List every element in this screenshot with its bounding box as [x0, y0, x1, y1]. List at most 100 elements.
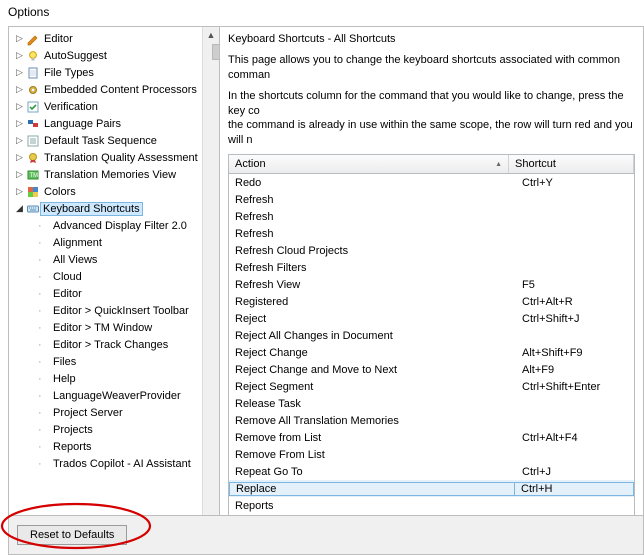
- cell-action[interactable]: Reject All Changes in Document: [229, 330, 515, 342]
- table-row[interactable]: Reject SegmentCtrl+Shift+Enter: [229, 378, 634, 395]
- tree-bullet-icon: ·: [38, 220, 52, 232]
- cell-action[interactable]: Remove From List: [229, 449, 515, 461]
- tree-item[interactable]: ▷TMTranslation Memories View: [12, 166, 202, 183]
- table-row[interactable]: RedoCtrl+Y: [229, 174, 634, 191]
- tree-item[interactable]: ▷Embedded Content Processors: [12, 81, 202, 98]
- cell-action[interactable]: Refresh Filters: [229, 262, 515, 274]
- tree-item[interactable]: ▷Translation Quality Assessment: [12, 149, 202, 166]
- tree-subitem[interactable]: ·Files: [12, 353, 202, 370]
- tree-subitem[interactable]: ·Projects: [12, 421, 202, 438]
- tree-item[interactable]: ▷Default Task Sequence: [12, 132, 202, 149]
- cell-action[interactable]: Replace: [229, 482, 514, 496]
- cell-shortcut[interactable]: F5: [515, 279, 634, 291]
- cell-shortcut[interactable]: Ctrl+Y: [515, 177, 634, 189]
- cell-action[interactable]: Reject Change: [229, 347, 515, 359]
- cell-action[interactable]: Refresh: [229, 211, 515, 223]
- table-row[interactable]: Refresh: [229, 208, 634, 225]
- collapse-icon[interactable]: ◢: [14, 204, 25, 213]
- expand-icon[interactable]: ▷: [14, 51, 25, 60]
- cell-shortcut[interactable]: Alt+Shift+F9: [515, 347, 634, 359]
- expand-icon[interactable]: ▷: [14, 170, 25, 179]
- tree-subitem[interactable]: ·Help: [12, 370, 202, 387]
- table-row[interactable]: Reject Change and Move to NextAlt+F9: [229, 361, 634, 378]
- col-header-action[interactable]: Action ▲: [229, 155, 509, 173]
- expand-icon[interactable]: ▷: [14, 119, 25, 128]
- cell-shortcut[interactable]: Ctrl+Shift+J: [515, 313, 634, 325]
- tree-item[interactable]: ▷Colors: [12, 183, 202, 200]
- cell-action[interactable]: Refresh Cloud Projects: [229, 245, 515, 257]
- table-row[interactable]: Remove All Translation Memories: [229, 412, 634, 429]
- tree-subitem[interactable]: ·Editor > TM Window: [12, 319, 202, 336]
- scroll-thumb[interactable]: [212, 44, 219, 60]
- cell-action[interactable]: Refresh View: [229, 279, 515, 291]
- col-header-shortcut[interactable]: Shortcut: [509, 155, 634, 173]
- tree-item[interactable]: ▷Language Pairs: [12, 115, 202, 132]
- table-row[interactable]: Refresh ViewF5: [229, 276, 634, 293]
- tree-subitem[interactable]: ·Editor > Track Changes: [12, 336, 202, 353]
- tree-item[interactable]: ▷File Types: [12, 64, 202, 81]
- tree-subitem[interactable]: ·Editor > QuickInsert Toolbar: [12, 302, 202, 319]
- expand-icon[interactable]: ▷: [14, 34, 25, 43]
- table-row[interactable]: Release Task: [229, 395, 634, 412]
- tree-item[interactable]: ▷ AutoSuggest: [12, 47, 202, 64]
- tree-subitem[interactable]: ·All Views: [12, 251, 202, 268]
- tree-item[interactable]: ▷Editor: [12, 30, 202, 47]
- tree-subitem[interactable]: ·LanguageWeaverProvider: [12, 387, 202, 404]
- expand-icon[interactable]: ▷: [14, 187, 25, 196]
- table-row[interactable]: Refresh: [229, 225, 634, 242]
- expand-icon[interactable]: ▷: [14, 102, 25, 111]
- cell-action[interactable]: Repeat Go To: [229, 466, 515, 478]
- table-row[interactable]: Refresh: [229, 191, 634, 208]
- cell-action[interactable]: Redo: [229, 177, 515, 189]
- cell-shortcut[interactable]: Alt+F9: [515, 364, 634, 376]
- tree-item-label: AutoSuggest: [43, 50, 108, 62]
- table-row[interactable]: RejectCtrl+Shift+J: [229, 310, 634, 327]
- tree-subitem[interactable]: ·Reports: [12, 438, 202, 455]
- cell-action[interactable]: Remove from List: [229, 432, 515, 444]
- reset-to-defaults-button[interactable]: Reset to Defaults: [17, 525, 127, 545]
- tree-scrollbar[interactable]: ▲ ▼: [202, 27, 219, 554]
- cell-shortcut[interactable]: Ctrl+J: [515, 466, 634, 478]
- table-row[interactable]: Reject ChangeAlt+Shift+F9: [229, 344, 634, 361]
- tree-item[interactable]: ▷Verification: [12, 98, 202, 115]
- cell-shortcut[interactable]: Ctrl+H: [514, 482, 634, 496]
- table-row[interactable]: Refresh Filters: [229, 259, 634, 276]
- scroll-up-icon[interactable]: ▲: [207, 27, 216, 43]
- options-tree[interactable]: ▷Editor▷AutoSuggest▷File Types▷Embedded …: [9, 27, 202, 475]
- table-row[interactable]: ReplaceCtrl+H: [229, 480, 634, 497]
- expand-icon[interactable]: ▷: [14, 136, 25, 145]
- tree-item-keyboard-shortcuts[interactable]: ◢Keyboard Shortcuts: [12, 200, 202, 217]
- table-row[interactable]: Repeat Go ToCtrl+J: [229, 463, 634, 480]
- tree-subitem[interactable]: ·Trados Copilot - AI Assistant: [12, 455, 202, 472]
- tree-subitem[interactable]: ·Cloud: [12, 268, 202, 285]
- cell-action[interactable]: Release Task: [229, 398, 515, 410]
- cell-action[interactable]: Reports: [229, 500, 515, 512]
- cell-action[interactable]: Refresh: [229, 194, 515, 206]
- table-row[interactable]: Refresh Cloud Projects: [229, 242, 634, 259]
- cell-shortcut[interactable]: Ctrl+Alt+R: [515, 296, 634, 308]
- cell-action[interactable]: Reject Change and Move to Next: [229, 364, 515, 376]
- cell-action[interactable]: Refresh: [229, 228, 515, 240]
- cell-action[interactable]: Remove All Translation Memories: [229, 415, 515, 427]
- tree-subitem-label: Reports: [52, 441, 93, 453]
- grid-header[interactable]: Action ▲ Shortcut: [229, 155, 634, 174]
- cell-shortcut[interactable]: Ctrl+Alt+F4: [515, 432, 634, 444]
- cell-action[interactable]: Reject: [229, 313, 515, 325]
- tree-subitem[interactable]: ·Advanced Display Filter 2.0: [12, 217, 202, 234]
- table-row[interactable]: Reject All Changes in Document: [229, 327, 634, 344]
- table-row[interactable]: Reports: [229, 497, 634, 514]
- tree-subitem[interactable]: ·Editor: [12, 285, 202, 302]
- cell-action[interactable]: Registered: [229, 296, 515, 308]
- expand-icon[interactable]: ▷: [14, 153, 25, 162]
- cell-action[interactable]: Reject Segment: [229, 381, 515, 393]
- table-row[interactable]: RegisteredCtrl+Alt+R: [229, 293, 634, 310]
- expand-icon[interactable]: ▷: [14, 85, 25, 94]
- table-row[interactable]: Remove from ListCtrl+Alt+F4: [229, 429, 634, 446]
- cell-shortcut[interactable]: Ctrl+Shift+Enter: [515, 381, 634, 393]
- shortcuts-grid[interactable]: Action ▲ Shortcut RedoCtrl+YRefreshRefre…: [228, 154, 635, 554]
- tree-subitem[interactable]: ·Alignment: [12, 234, 202, 251]
- tree-subitem[interactable]: ·Project Server: [12, 404, 202, 421]
- expand-icon[interactable]: ▷: [14, 68, 25, 77]
- grid-body[interactable]: RedoCtrl+YRefreshRefreshRefreshRefresh C…: [229, 174, 634, 554]
- table-row[interactable]: Remove From List: [229, 446, 634, 463]
